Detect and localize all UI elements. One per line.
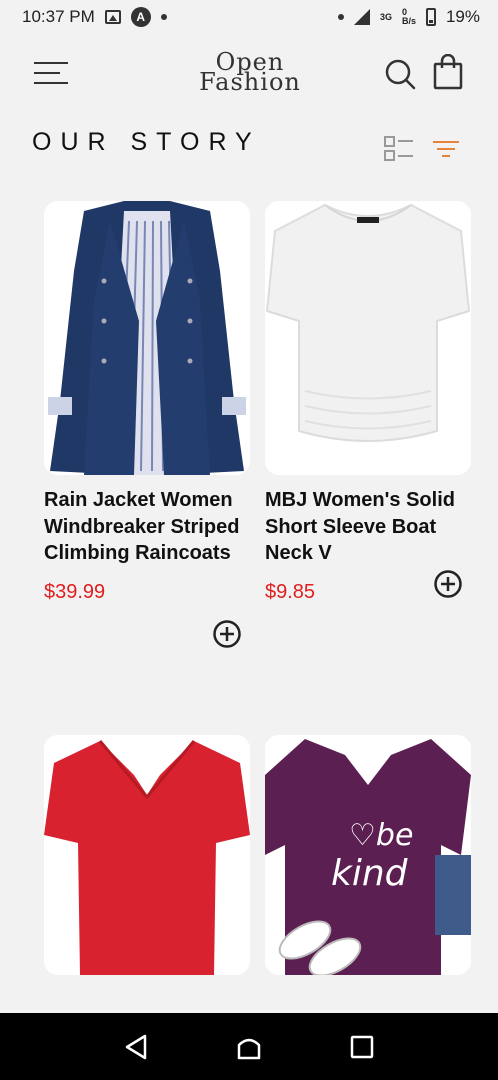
search-icon[interactable] [384, 58, 416, 90]
add-to-cart-icon[interactable] [433, 569, 463, 599]
product-image-rain-jacket[interactable] [44, 201, 250, 475]
logo[interactable]: Open Fashion [190, 48, 310, 100]
system-nav-bar [0, 1013, 498, 1080]
product-name[interactable]: Rain Jacket Women Windbreaker Striped Cl… [44, 487, 250, 567]
logo-line-2: Fashion [199, 68, 301, 96]
notification-dot-icon [337, 14, 344, 20]
menu-icon[interactable] [34, 62, 68, 86]
status-bar: 10:37 PM A 3G 0 B/s 19% [0, 0, 498, 34]
recents-icon[interactable] [348, 1033, 376, 1061]
battery-icon [425, 8, 436, 26]
page-title: OUR STORY [32, 128, 261, 156]
product-card[interactable] [44, 735, 250, 975]
status-left: 10:37 PM A [22, 7, 167, 27]
add-to-cart-icon[interactable] [212, 619, 242, 649]
battery-percent: 19% [445, 7, 480, 26]
product-card[interactable]: MBJ Women's Solid Short Sleeve Boat Neck… [265, 201, 471, 604]
app-notification-icon: A [130, 7, 151, 27]
filter-icon[interactable] [432, 140, 460, 158]
product-card[interactable]: Rain Jacket Women Windbreaker Striped Cl… [44, 201, 250, 648]
status-right: 3G 0 B/s 19% [337, 7, 480, 27]
network-speed: 0 B/s [401, 7, 416, 26]
svg-text:♡be: ♡be [349, 818, 413, 853]
more-notifications-icon [160, 14, 167, 20]
product-image-red-tee[interactable] [44, 735, 250, 975]
status-time: 10:37 PM [22, 7, 95, 26]
back-icon[interactable] [122, 1033, 150, 1061]
svg-text:kind: kind [331, 853, 409, 894]
gallery-icon [104, 10, 121, 24]
product-price: $39.99 [44, 580, 106, 603]
product-name[interactable]: MBJ Women's Solid Short Sleeve Boat Neck… [265, 487, 471, 567]
shopping-bag-icon[interactable] [432, 53, 464, 90]
signal-icon [353, 9, 370, 25]
home-icon[interactable] [235, 1033, 263, 1061]
product-card[interactable]: ♡be kind [265, 735, 471, 975]
app-header: Open Fashion [0, 48, 498, 100]
product-image-be-kind-tee[interactable]: ♡be kind [265, 735, 471, 975]
network-type: 3G [379, 11, 392, 22]
list-view-icon[interactable] [384, 136, 414, 162]
product-image-white-tee[interactable] [265, 201, 471, 475]
